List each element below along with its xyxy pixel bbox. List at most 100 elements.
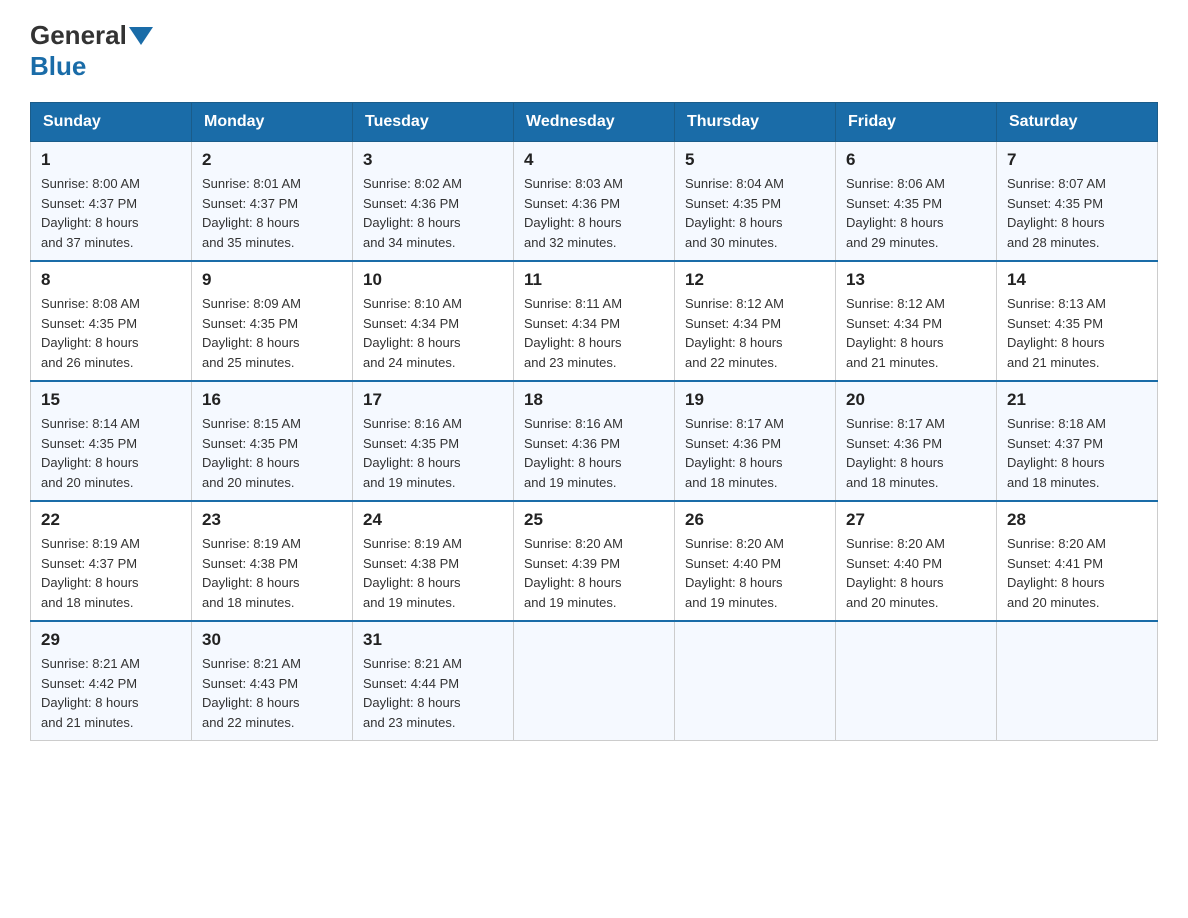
day-header-wednesday: Wednesday bbox=[514, 103, 675, 142]
calendar-cell: 11Sunrise: 8:11 AMSunset: 4:34 PMDayligh… bbox=[514, 261, 675, 381]
day-number: 15 bbox=[41, 390, 181, 410]
day-info: Sunrise: 8:15 AMSunset: 4:35 PMDaylight:… bbox=[202, 414, 342, 492]
day-info: Sunrise: 8:16 AMSunset: 4:35 PMDaylight:… bbox=[363, 414, 503, 492]
day-number: 28 bbox=[1007, 510, 1147, 530]
calendar-cell: 20 Sunrise: 8:17 AMSunset: 4:36 PMDayligh… bbox=[836, 381, 997, 501]
day-header-tuesday: Tuesday bbox=[353, 103, 514, 142]
day-info: Sunrise: 8:20 AMSunset: 4:40 PMDaylight:… bbox=[685, 534, 825, 612]
day-number: 5 bbox=[685, 150, 825, 170]
day-info: Sunrise: 8:20 AMSunset: 4:40 PMDaylight:… bbox=[846, 534, 986, 612]
day-number: 1 bbox=[41, 150, 181, 170]
calendar-cell: 5 Sunrise: 8:04 AMSunset: 4:35 PMDaylight… bbox=[675, 142, 836, 262]
day-number: 13 bbox=[846, 270, 986, 290]
calendar-cell: 19 Sunrise: 8:17 AMSunset: 4:36 PMDayligh… bbox=[675, 381, 836, 501]
calendar-cell: 24 Sunrise: 8:19 AMSunset: 4:38 PMDayligh… bbox=[353, 501, 514, 621]
day-info: Sunrise: 8:12 AMSunset: 4:34 PMDaylight:… bbox=[846, 294, 986, 372]
day-number: 21 bbox=[1007, 390, 1147, 410]
day-info: Sunrise: 8:16 AMSunset: 4:36 PMDaylight:… bbox=[524, 414, 664, 492]
calendar-table: SundayMondayTuesdayWednesdayThursdayFrid… bbox=[30, 102, 1158, 741]
day-info: Sunrise: 8:19 AMSunset: 4:37 PMDaylight:… bbox=[41, 534, 181, 612]
logo-arrow-icon bbox=[129, 27, 153, 45]
day-header-friday: Friday bbox=[836, 103, 997, 142]
day-number: 6 bbox=[846, 150, 986, 170]
day-info: Sunrise: 8:13 AMSunset: 4:35 PMDaylight:… bbox=[1007, 294, 1147, 372]
day-number: 30 bbox=[202, 630, 342, 650]
calendar-cell: 2 Sunrise: 8:01 AMSunset: 4:37 PMDaylight… bbox=[192, 142, 353, 262]
calendar-header-row: SundayMondayTuesdayWednesdayThursdayFrid… bbox=[31, 103, 1158, 142]
day-number: 29 bbox=[41, 630, 181, 650]
day-info: Sunrise: 8:02 AMSunset: 4:36 PMDaylight:… bbox=[363, 174, 503, 252]
day-info: Sunrise: 8:17 AMSunset: 4:36 PMDaylight:… bbox=[846, 414, 986, 492]
day-info: Sunrise: 8:04 AMSunset: 4:35 PMDaylight:… bbox=[685, 174, 825, 252]
day-number: 4 bbox=[524, 150, 664, 170]
day-number: 3 bbox=[363, 150, 503, 170]
day-number: 19 bbox=[685, 390, 825, 410]
calendar-cell: 23 Sunrise: 8:19 AMSunset: 4:38 PMDayligh… bbox=[192, 501, 353, 621]
day-number: 14 bbox=[1007, 270, 1147, 290]
calendar-cell bbox=[836, 621, 997, 741]
day-info: Sunrise: 8:11 AMSunset: 4:34 PMDaylight:… bbox=[524, 294, 664, 372]
day-info: Sunrise: 8:01 AMSunset: 4:37 PMDaylight:… bbox=[202, 174, 342, 252]
day-header-saturday: Saturday bbox=[997, 103, 1158, 142]
calendar-cell: 22 Sunrise: 8:19 AMSunset: 4:37 PMDayligh… bbox=[31, 501, 192, 621]
calendar-cell: 8 Sunrise: 8:08 AMSunset: 4:35 PMDaylight… bbox=[31, 261, 192, 381]
day-info: Sunrise: 8:21 AMSunset: 4:43 PMDaylight:… bbox=[202, 654, 342, 732]
logo: General Blue bbox=[30, 20, 155, 82]
calendar-cell: 14 Sunrise: 8:13 AMSunset: 4:35 PMDayligh… bbox=[997, 261, 1158, 381]
calendar-cell: 9 Sunrise: 8:09 AMSunset: 4:35 PMDaylight… bbox=[192, 261, 353, 381]
day-number: 16 bbox=[202, 390, 342, 410]
day-number: 23 bbox=[202, 510, 342, 530]
day-number: 24 bbox=[363, 510, 503, 530]
day-info: Sunrise: 8:10 AMSunset: 4:34 PMDaylight:… bbox=[363, 294, 503, 372]
day-number: 9 bbox=[202, 270, 342, 290]
logo-blue-text: Blue bbox=[30, 51, 86, 82]
calendar-cell: 29 Sunrise: 8:21 AMSunset: 4:42 PMDayligh… bbox=[31, 621, 192, 741]
calendar-cell: 26 Sunrise: 8:20 AMSunset: 4:40 PMDayligh… bbox=[675, 501, 836, 621]
day-info: Sunrise: 8:18 AMSunset: 4:37 PMDaylight:… bbox=[1007, 414, 1147, 492]
calendar-cell: 3 Sunrise: 8:02 AMSunset: 4:36 PMDaylight… bbox=[353, 142, 514, 262]
calendar-cell bbox=[997, 621, 1158, 741]
day-info: Sunrise: 8:21 AMSunset: 4:42 PMDaylight:… bbox=[41, 654, 181, 732]
calendar-cell: 18 Sunrise: 8:16 AMSunset: 4:36 PMDayligh… bbox=[514, 381, 675, 501]
logo-general-text: General bbox=[30, 20, 127, 51]
day-info: Sunrise: 8:19 AMSunset: 4:38 PMDaylight:… bbox=[202, 534, 342, 612]
day-number: 17 bbox=[363, 390, 503, 410]
page-header: General Blue bbox=[30, 20, 1158, 82]
calendar-cell: 1Sunrise: 8:00 AMSunset: 4:37 PMDaylight… bbox=[31, 142, 192, 262]
day-info: Sunrise: 8:07 AMSunset: 4:35 PMDaylight:… bbox=[1007, 174, 1147, 252]
calendar-cell: 21 Sunrise: 8:18 AMSunset: 4:37 PMDayligh… bbox=[997, 381, 1158, 501]
day-number: 31 bbox=[363, 630, 503, 650]
day-number: 2 bbox=[202, 150, 342, 170]
day-info: Sunrise: 8:03 AMSunset: 4:36 PMDaylight:… bbox=[524, 174, 664, 252]
day-number: 26 bbox=[685, 510, 825, 530]
calendar-cell: 4 Sunrise: 8:03 AMSunset: 4:36 PMDaylight… bbox=[514, 142, 675, 262]
calendar-cell: 27Sunrise: 8:20 AMSunset: 4:40 PMDayligh… bbox=[836, 501, 997, 621]
day-info: Sunrise: 8:20 AMSunset: 4:41 PMDaylight:… bbox=[1007, 534, 1147, 612]
calendar-cell bbox=[514, 621, 675, 741]
day-number: 7 bbox=[1007, 150, 1147, 170]
day-info: Sunrise: 8:21 AMSunset: 4:44 PMDaylight:… bbox=[363, 654, 503, 732]
calendar-cell: 12 Sunrise: 8:12 AMSunset: 4:34 PMDayligh… bbox=[675, 261, 836, 381]
calendar-cell: 7 Sunrise: 8:07 AMSunset: 4:35 PMDaylight… bbox=[997, 142, 1158, 262]
calendar-cell: 6 Sunrise: 8:06 AMSunset: 4:35 PMDaylight… bbox=[836, 142, 997, 262]
day-info: Sunrise: 8:12 AMSunset: 4:34 PMDaylight:… bbox=[685, 294, 825, 372]
calendar-cell: 10Sunrise: 8:10 AMSunset: 4:34 PMDayligh… bbox=[353, 261, 514, 381]
day-header-monday: Monday bbox=[192, 103, 353, 142]
day-info: Sunrise: 8:19 AMSunset: 4:38 PMDaylight:… bbox=[363, 534, 503, 612]
day-info: Sunrise: 8:17 AMSunset: 4:36 PMDaylight:… bbox=[685, 414, 825, 492]
calendar-cell: 15Sunrise: 8:14 AMSunset: 4:35 PMDayligh… bbox=[31, 381, 192, 501]
calendar-cell: 30 Sunrise: 8:21 AMSunset: 4:43 PMDayligh… bbox=[192, 621, 353, 741]
day-info: Sunrise: 8:09 AMSunset: 4:35 PMDaylight:… bbox=[202, 294, 342, 372]
calendar-cell: 25Sunrise: 8:20 AMSunset: 4:39 PMDayligh… bbox=[514, 501, 675, 621]
day-info: Sunrise: 8:06 AMSunset: 4:35 PMDaylight:… bbox=[846, 174, 986, 252]
calendar-cell: 16 Sunrise: 8:15 AMSunset: 4:35 PMDayligh… bbox=[192, 381, 353, 501]
day-number: 22 bbox=[41, 510, 181, 530]
day-header-thursday: Thursday bbox=[675, 103, 836, 142]
day-number: 12 bbox=[685, 270, 825, 290]
day-number: 25 bbox=[524, 510, 664, 530]
day-number: 18 bbox=[524, 390, 664, 410]
calendar-cell: 28 Sunrise: 8:20 AMSunset: 4:41 PMDayligh… bbox=[997, 501, 1158, 621]
day-info: Sunrise: 8:08 AMSunset: 4:35 PMDaylight:… bbox=[41, 294, 181, 372]
day-number: 20 bbox=[846, 390, 986, 410]
day-number: 8 bbox=[41, 270, 181, 290]
